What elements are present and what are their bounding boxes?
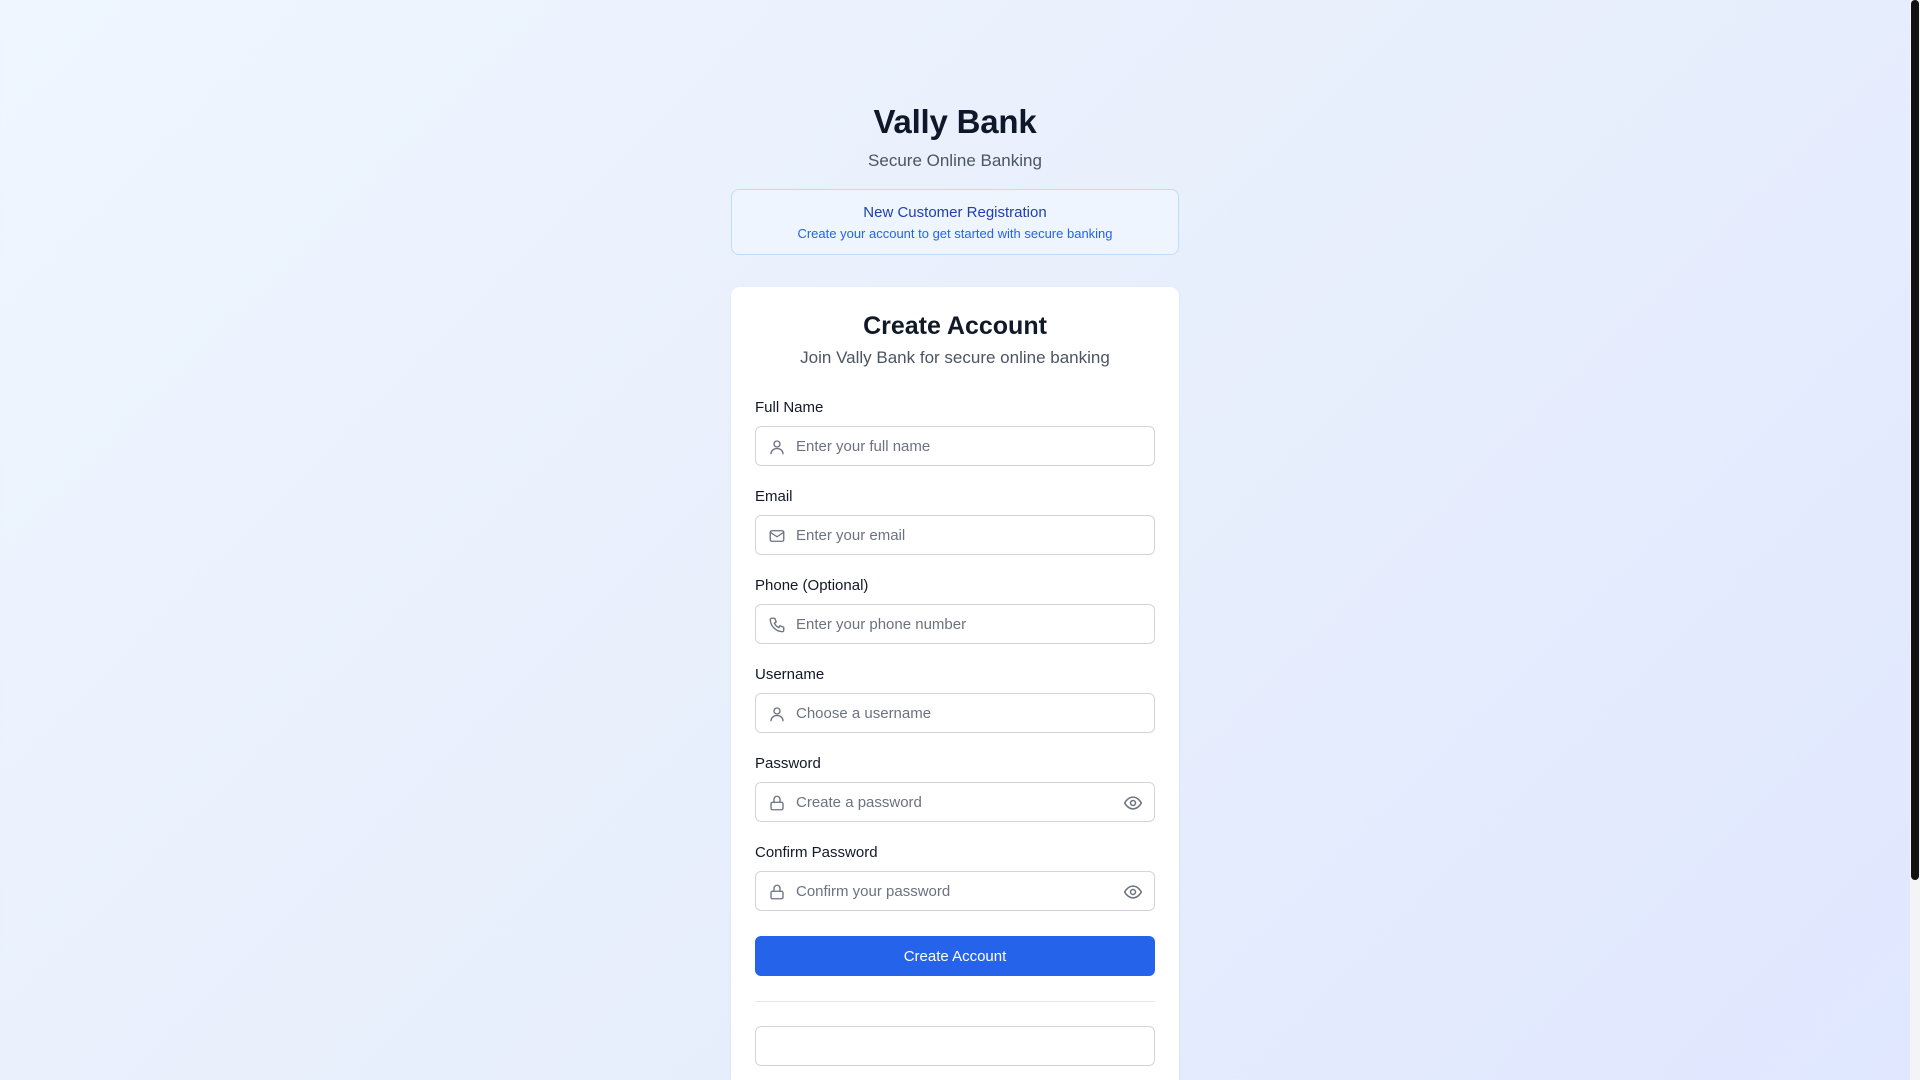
full-name-field: Full Name — [755, 399, 1155, 466]
eye-icon[interactable] — [1123, 793, 1143, 813]
phone-input[interactable] — [756, 605, 1154, 643]
full-name-label: Full Name — [755, 399, 824, 416]
divider — [755, 1001, 1155, 1002]
password-field: Password — [755, 755, 1155, 822]
username-field: Username — [755, 666, 1155, 733]
page-scrollbar-track[interactable] — [1910, 0, 1920, 1080]
password-input-wrapper — [755, 782, 1155, 822]
full-name-input[interactable] — [756, 427, 1154, 465]
email-field: Email — [755, 488, 1155, 555]
bank-tagline: Secure Online Banking — [868, 151, 1042, 170]
registration-form: Full Name Email Phone (Opt — [755, 399, 1155, 976]
bank-name-title: Vally Bank — [873, 103, 1037, 140]
registration-notice: New Customer Registration Create your ac… — [731, 189, 1179, 255]
notice-text: Create your account to get started with … — [797, 226, 1113, 241]
lock-icon — [768, 883, 786, 901]
notice-title: New Customer Registration — [863, 204, 1047, 221]
email-label: Email — [755, 488, 793, 505]
username-label: Username — [755, 666, 825, 683]
full-name-input-wrapper — [755, 426, 1155, 466]
secondary-action-box[interactable] — [755, 1026, 1155, 1066]
card-subtitle: Join Vally Bank for secure online bankin… — [800, 348, 1110, 367]
password-label: Password — [755, 755, 821, 772]
email-input-wrapper — [755, 515, 1155, 555]
mail-icon — [768, 527, 786, 545]
username-input[interactable] — [756, 694, 1154, 732]
phone-icon — [768, 616, 786, 634]
password-input[interactable] — [756, 783, 1154, 821]
phone-label: Phone (Optional) — [755, 577, 869, 594]
phone-input-wrapper — [755, 604, 1155, 644]
confirm-password-label: Confirm Password — [755, 844, 878, 861]
confirm-password-input[interactable] — [756, 872, 1154, 910]
page-scrollbar-thumb[interactable] — [1911, 0, 1919, 880]
confirm-password-input-wrapper — [755, 871, 1155, 911]
card-title: Create Account — [863, 312, 1047, 340]
user-icon — [768, 438, 786, 456]
create-account-button[interactable]: Create Account — [755, 936, 1155, 976]
eye-icon[interactable] — [1123, 882, 1143, 902]
confirm-password-field: Confirm Password — [755, 844, 1155, 911]
lock-icon — [768, 794, 786, 812]
user-icon — [768, 705, 786, 723]
email-input[interactable] — [756, 516, 1154, 554]
phone-field: Phone (Optional) — [755, 577, 1155, 644]
create-account-card: Create Account Join Vally Bank for secur… — [731, 287, 1179, 1080]
registration-page: Vally Bank Secure Online Banking New Cus… — [731, 0, 1179, 1080]
username-input-wrapper — [755, 693, 1155, 733]
